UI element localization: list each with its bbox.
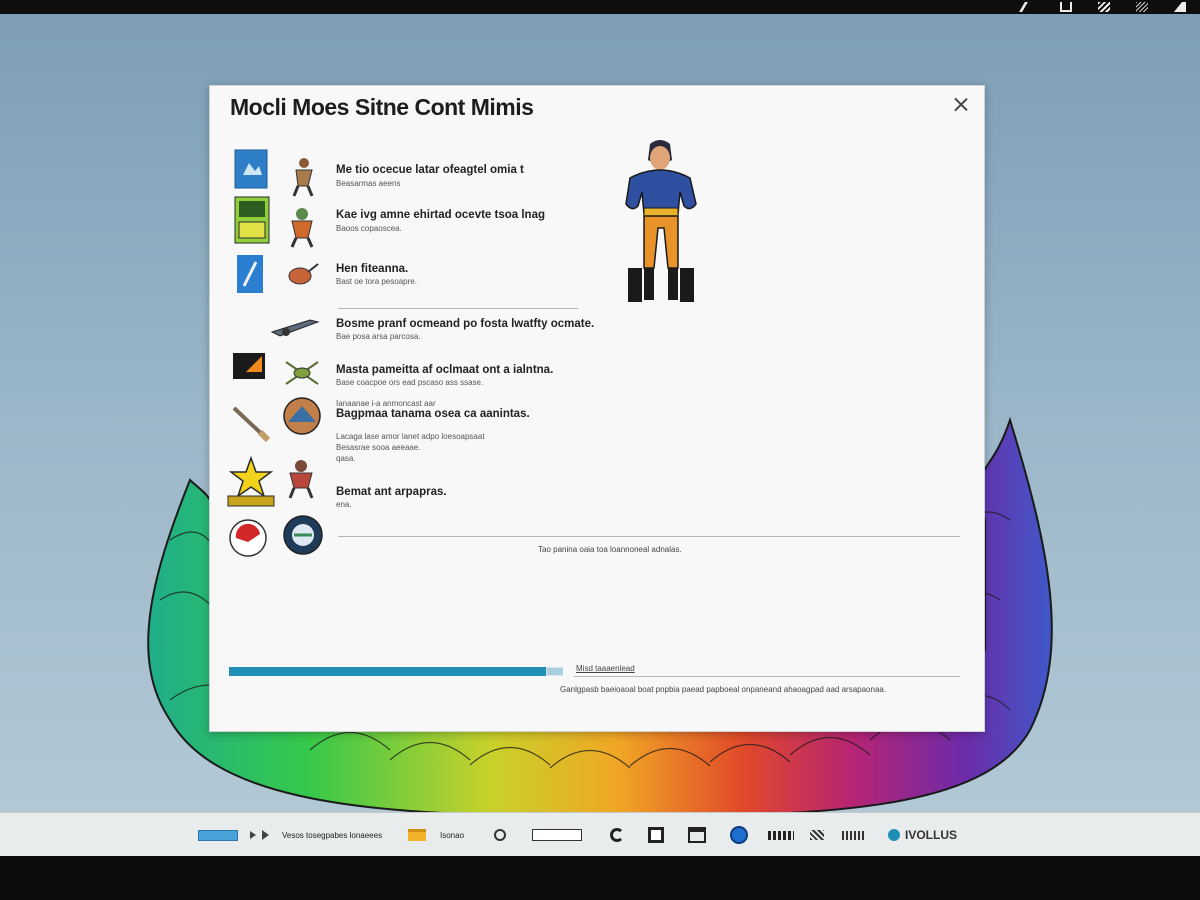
globe-badge-icon[interactable]: [282, 514, 324, 556]
taskbar-brand[interactable]: IVOLLUS: [888, 813, 957, 857]
progress-end-cap: [547, 668, 563, 675]
tray-icon[interactable]: [842, 813, 864, 857]
critter-icon[interactable]: [286, 260, 320, 288]
mail-icon[interactable]: [768, 813, 794, 857]
brawler-figure-icon[interactable]: [284, 458, 318, 500]
item-7-subtitle: ena.: [336, 500, 352, 509]
play-icons[interactable]: [250, 813, 269, 857]
top-menu-bar: [0, 0, 1200, 14]
fighter-figure-icon[interactable]: [284, 206, 320, 248]
calendar-icon[interactable]: [688, 813, 706, 857]
search-input[interactable]: [532, 813, 582, 857]
item-6-title[interactable]: Bagpmaa tanama osea ca aanintas.: [336, 408, 530, 420]
close-button[interactable]: [950, 94, 972, 116]
stripes-icon[interactable]: [1136, 2, 1148, 12]
extra-line-2: Besasrae sooa aeeaae.: [336, 443, 421, 452]
progress-fill: [229, 667, 547, 676]
dialog-window: Mocli Moes Sitne Cont Mimis Me tio ocecu…: [209, 85, 985, 732]
taskbar: Vesos tosegpabes lonaeees Isonao IVOLLUS: [0, 812, 1200, 856]
progress-divider: [574, 676, 960, 677]
item-1-subtitle: Beasarmas aeens: [336, 179, 401, 188]
taskbar-app-title[interactable]: Vesos tosegpabes lonaeees: [282, 813, 382, 857]
extra-line-1: Lacaga lase amor lanet adpo loesoapsaat: [336, 432, 485, 441]
insect-icon[interactable]: [282, 356, 322, 388]
item-7-title[interactable]: Bemat ant arpapras.: [336, 486, 447, 498]
play-icon-2[interactable]: [262, 830, 269, 840]
brand-dot-icon: [888, 829, 900, 841]
bottom-bezel: [0, 856, 1200, 900]
game-box-icon[interactable]: [234, 196, 270, 244]
item-6-subtitle: Ianaanae i-a anmoncast aar: [336, 399, 436, 408]
item-4-title[interactable]: Bosme pranf ocmeand po fosta lwatfty ocm…: [336, 318, 594, 330]
star-badge-icon[interactable]: [226, 454, 276, 508]
item-5-subtitle: Base coacpoe ors ead pscaso ass ssase.: [336, 378, 484, 387]
progress-footer-text: Ganlgpasb baeioaoal boat pnpbia paead pa…: [560, 685, 887, 694]
blue-tool-icon[interactable]: [236, 254, 264, 294]
item-2-title[interactable]: Kae ivg amne ehirtad ocevte tsoa lnag: [336, 209, 545, 221]
volume-icon[interactable]: [1174, 2, 1186, 12]
edge-icon[interactable]: [610, 813, 624, 857]
content-divider: [338, 536, 960, 537]
item-3-title[interactable]: Hen fiteanna.: [336, 263, 408, 275]
network-icon[interactable]: [1098, 2, 1110, 12]
red-circle-icon[interactable]: [228, 518, 268, 558]
taskbar-app-label[interactable]: Isonao: [440, 813, 464, 857]
progress-label: Misd taaaenlead: [576, 664, 635, 673]
item-2-subtitle: Baoos copaoscea.: [336, 224, 402, 233]
play-icon[interactable]: [250, 831, 256, 839]
dark-orange-icon[interactable]: [232, 352, 266, 380]
blue-app-icon[interactable]: [234, 149, 268, 189]
item-5-title[interactable]: Masta pameitta af oclmaat ont a ialntna.: [336, 364, 553, 376]
dialog-title: Mocli Moes Sitne Cont Mimis: [230, 94, 534, 120]
round-portrait-icon[interactable]: [282, 396, 322, 436]
item-1-title[interactable]: Me tio ocecue latar ofeagtel omia t: [336, 164, 524, 176]
browser-icon[interactable]: [730, 813, 748, 857]
vehicle-icon[interactable]: [270, 312, 320, 340]
window-icon[interactable]: [1060, 2, 1072, 12]
search-icon[interactable]: [494, 813, 506, 857]
pen-icon[interactable]: [1019, 2, 1037, 12]
folder-icon[interactable]: [408, 813, 426, 857]
brush-icon[interactable]: [230, 402, 272, 444]
section-divider: [338, 308, 578, 309]
item-3-subtitle: Bast oe tora pesoapre.: [336, 277, 417, 286]
item-4-subtitle: Bae posa arsa parcosa.: [336, 332, 421, 341]
extra-line-3: qasa.: [336, 454, 356, 463]
divider-note: Tao panina oaia toa loannoneal adnalas.: [538, 545, 682, 554]
progress-bar: [229, 667, 563, 676]
store-icon[interactable]: [648, 813, 664, 857]
system-tray: [1019, 0, 1186, 14]
settings-icon[interactable]: [810, 813, 824, 857]
warrior-figure-icon[interactable]: [286, 156, 318, 198]
hero-character-image: [625, 140, 697, 302]
brand-label: IVOLLUS: [905, 828, 958, 842]
start-button[interactable]: [198, 813, 238, 857]
